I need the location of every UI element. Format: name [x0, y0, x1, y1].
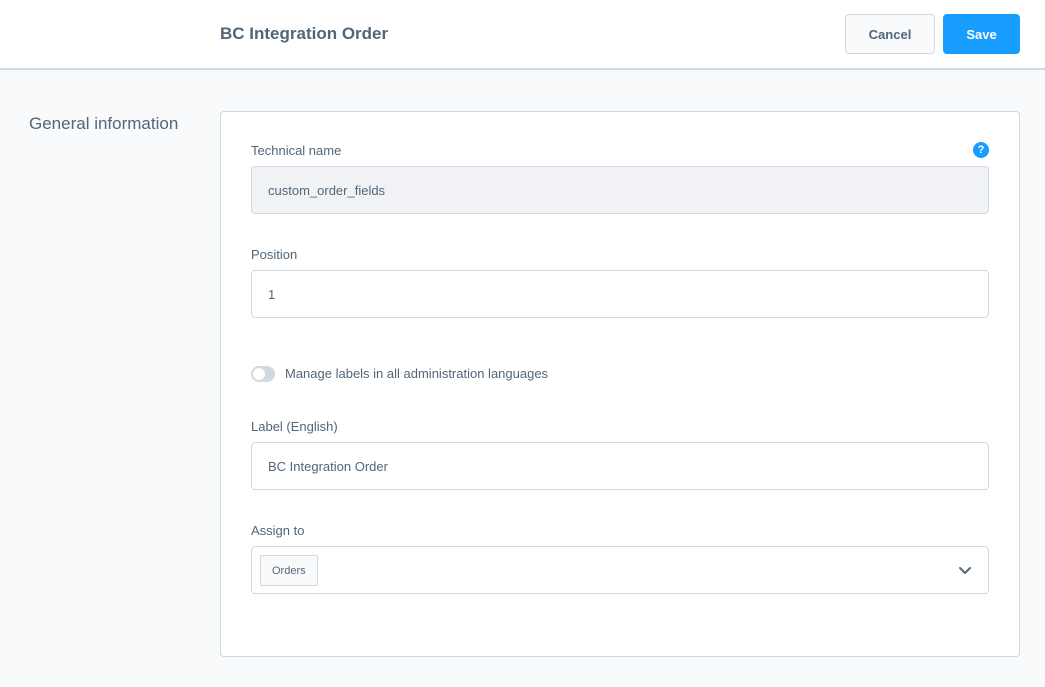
label-english-label: Label (English): [251, 419, 338, 434]
chevron-down-icon[interactable]: [956, 561, 974, 579]
save-button[interactable]: Save: [943, 14, 1020, 54]
section-title: General information: [29, 114, 179, 133]
page-title: BC Integration Order: [220, 24, 389, 43]
assign-to-label: Assign to: [251, 523, 305, 538]
cancel-button[interactable]: Cancel: [845, 14, 935, 54]
assign-to-select[interactable]: Orders: [251, 546, 989, 594]
general-information-card: Technical name ? custom_order_fields Pos…: [220, 111, 1020, 657]
technical-name-input[interactable]: custom_order_fields: [251, 166, 989, 214]
position-label: Position: [251, 247, 298, 262]
position-input[interactable]: 1: [251, 270, 989, 318]
manage-labels-toggle-label[interactable]: Manage labels in all administration lang…: [285, 366, 548, 381]
help-icon[interactable]: ?: [973, 142, 989, 158]
toggle-knob: [253, 368, 265, 380]
label-english-input[interactable]: BC Integration Order: [251, 442, 989, 490]
selected-tag-orders[interactable]: Orders: [260, 555, 318, 586]
technical-name-label: Technical name: [251, 143, 342, 158]
manage-labels-toggle[interactable]: [251, 366, 275, 382]
top-bar: BC Integration Order Cancel Save: [0, 0, 1045, 70]
